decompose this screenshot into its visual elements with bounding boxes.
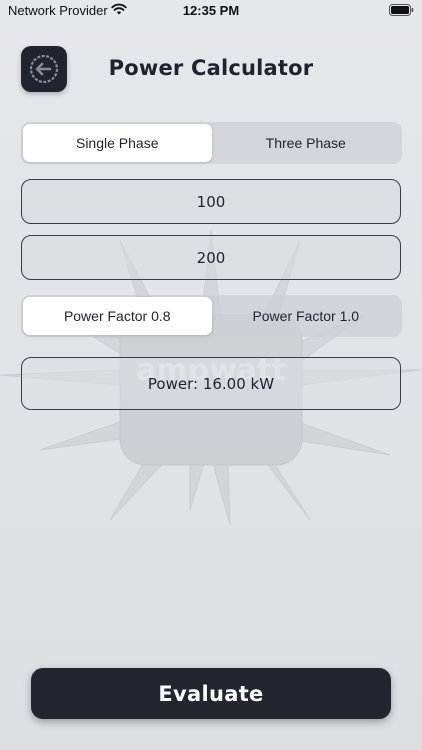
- page-title: Power Calculator: [108, 56, 314, 80]
- evaluate-button[interactable]: Evaluate: [31, 668, 391, 719]
- phase-selector: Single Phase Three Phase: [21, 122, 402, 164]
- tab-power-factor-1-0[interactable]: Power Factor 1.0: [212, 297, 401, 335]
- input-field-2[interactable]: [21, 235, 401, 280]
- tab-power-factor-0-8[interactable]: Power Factor 0.8: [23, 297, 212, 335]
- battery-icon: [389, 4, 414, 16]
- power-factor-selector: Power Factor 0.8 Power Factor 1.0: [21, 295, 402, 337]
- status-time: 12:35 PM: [182, 3, 240, 18]
- status-bar: Network Provider 12:35 PM: [0, 0, 422, 22]
- power-result: Power: 16.00 kW: [21, 357, 401, 410]
- tab-three-phase[interactable]: Three Phase: [212, 124, 401, 162]
- input-field-1[interactable]: [21, 179, 401, 224]
- power-result-text: Power: 16.00 kW: [147, 374, 275, 393]
- tab-single-phase[interactable]: Single Phase: [23, 124, 212, 162]
